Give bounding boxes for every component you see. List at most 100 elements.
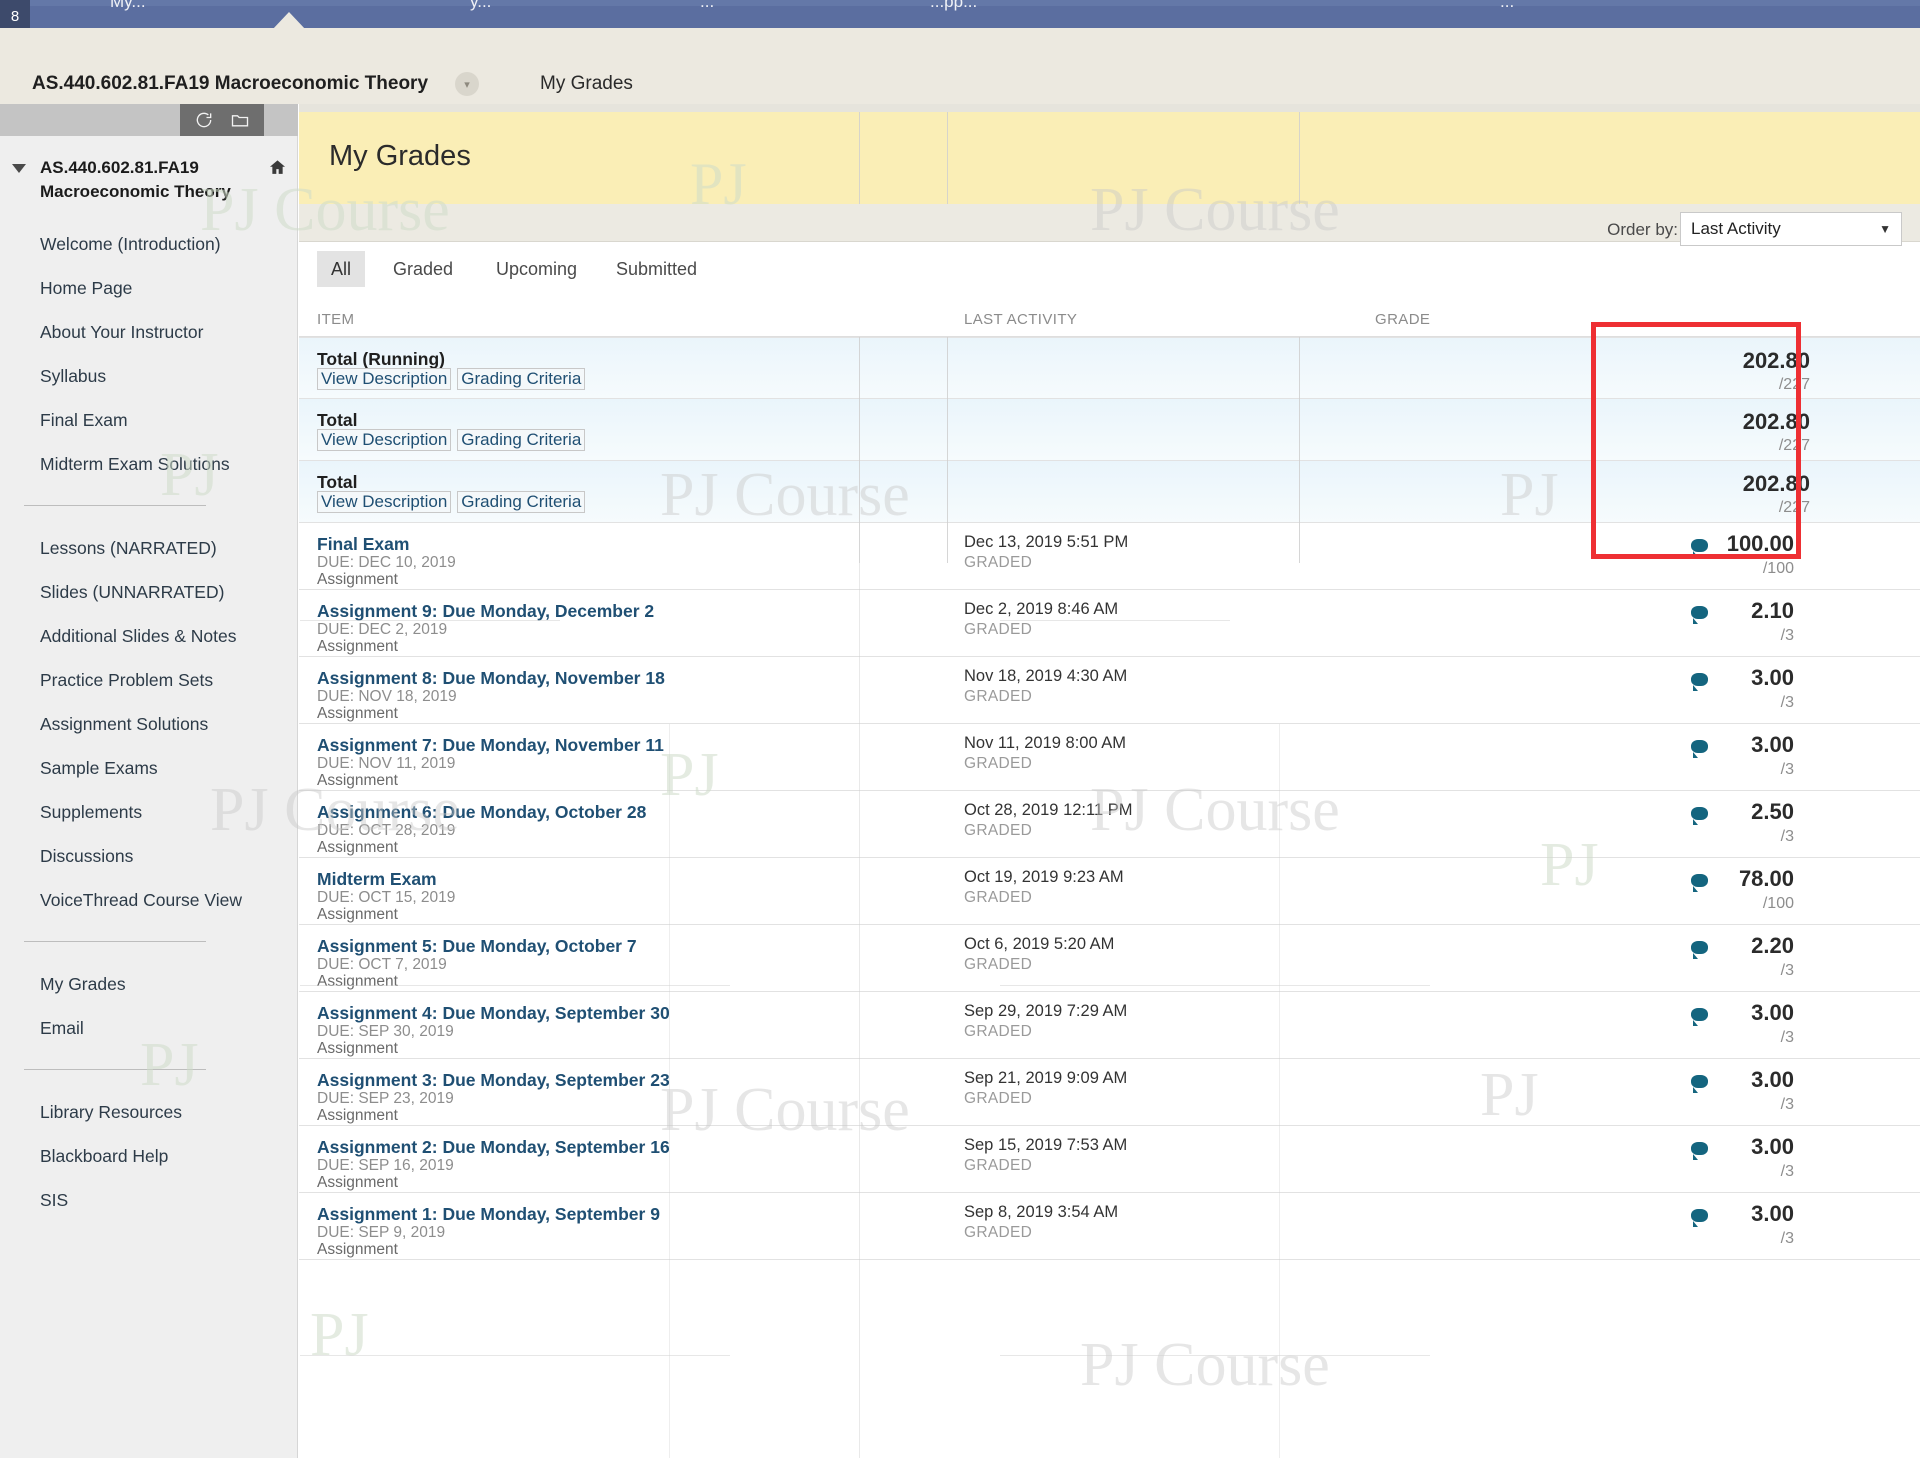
tab-all[interactable]: All bbox=[317, 251, 366, 287]
sidebar-item-home-page[interactable]: Home Page bbox=[0, 266, 298, 310]
guide-line bbox=[947, 112, 948, 204]
table-row[interactable]: Assignment 8: Due Monday, November 18 DU… bbox=[299, 657, 1920, 724]
global-nav-item-0[interactable]: My... bbox=[110, 0, 146, 12]
sidebar-divider bbox=[24, 941, 206, 942]
table-row[interactable]: Assignment 3: Due Monday, September 23 D… bbox=[299, 1059, 1920, 1126]
table-row[interactable]: Total (Running) View Description Grading… bbox=[299, 337, 1920, 399]
sidebar-item-practice-problem-sets[interactable]: Practice Problem Sets bbox=[0, 658, 298, 702]
comment-bubble-icon[interactable] bbox=[1691, 1142, 1708, 1160]
row-item-type: Assignment bbox=[317, 638, 398, 655]
sidebar-item-additional-slides-notes[interactable]: Additional Slides & Notes bbox=[0, 614, 298, 658]
table-row[interactable]: Assignment 5: Due Monday, October 7 DUE:… bbox=[299, 925, 1920, 992]
grading-criteria-link[interactable]: Grading Criteria bbox=[457, 429, 586, 451]
sidebar-item-syllabus[interactable]: Syllabus bbox=[0, 354, 298, 398]
sidebar-item-final-exam[interactable]: Final Exam bbox=[0, 398, 298, 442]
row-grade-outof: /3 bbox=[1780, 627, 1794, 644]
order-by-select[interactable]: Last Activity ▼ bbox=[1680, 212, 1902, 246]
tab-submitted[interactable]: Submitted bbox=[602, 251, 711, 287]
row-title[interactable]: Assignment 5: Due Monday, October 7 bbox=[317, 936, 637, 957]
row-title[interactable]: Final Exam bbox=[317, 534, 409, 555]
refresh-icon[interactable] bbox=[194, 110, 214, 130]
row-title[interactable]: Assignment 8: Due Monday, November 18 bbox=[317, 668, 665, 689]
comment-bubble-icon[interactable] bbox=[1691, 807, 1708, 825]
guide-line bbox=[859, 563, 860, 1458]
row-last-activity: Sep 29, 2019 7:29 AM bbox=[964, 1002, 1128, 1020]
sidebar-item-supplements[interactable]: Supplements bbox=[0, 790, 298, 834]
row-due-date: DUE: DEC 10, 2019 bbox=[317, 554, 456, 571]
sidebar-item-lessons-narrated[interactable]: Lessons (NARRATED) bbox=[0, 526, 298, 570]
chevron-down-icon[interactable]: ▾ bbox=[455, 72, 479, 96]
comment-bubble-icon[interactable] bbox=[1691, 874, 1708, 892]
view-description-link[interactable]: View Description bbox=[317, 368, 452, 390]
grading-criteria-link[interactable]: Grading Criteria bbox=[457, 491, 586, 513]
sidebar-item-welcome[interactable]: Welcome (Introduction) bbox=[0, 222, 298, 266]
triangle-down-icon[interactable] bbox=[12, 164, 26, 173]
tab-upcoming[interactable]: Upcoming bbox=[482, 251, 591, 287]
table-row[interactable]: Assignment 4: Due Monday, September 30 D… bbox=[299, 992, 1920, 1059]
row-title[interactable]: Midterm Exam bbox=[317, 869, 437, 890]
row-grade-outof: /3 bbox=[1780, 828, 1794, 845]
table-row[interactable]: Assignment 2: Due Monday, September 16 D… bbox=[299, 1126, 1920, 1193]
row-item-type: Assignment bbox=[317, 1040, 398, 1057]
global-nav-item-1[interactable]: y... bbox=[470, 0, 491, 12]
comment-bubble-icon[interactable] bbox=[1691, 1075, 1708, 1093]
row-title[interactable]: Assignment 1: Due Monday, September 9 bbox=[317, 1204, 660, 1225]
sidebar-item-blackboard-help[interactable]: Blackboard Help bbox=[0, 1134, 298, 1178]
row-grade-score: 3.00 bbox=[1751, 1201, 1794, 1226]
row-title[interactable]: Assignment 2: Due Monday, September 16 bbox=[317, 1137, 670, 1158]
order-by-label: Order by: bbox=[1607, 220, 1678, 239]
sidebar-item-my-grades[interactable]: My Grades bbox=[0, 962, 298, 1006]
row-last-activity: Dec 13, 2019 5:51 PM bbox=[964, 533, 1129, 551]
row-grade-score: 202.80 bbox=[1742, 348, 1810, 373]
table-row[interactable]: Assignment 1: Due Monday, September 9 DU… bbox=[299, 1193, 1920, 1260]
sidebar-item-slides-unnarrated[interactable]: Slides (UNNARRATED) bbox=[0, 570, 298, 614]
view-description-link[interactable]: View Description bbox=[317, 429, 452, 451]
sidebar-item-discussions[interactable]: Discussions bbox=[0, 834, 298, 878]
table-row[interactable]: Assignment 7: Due Monday, November 11 DU… bbox=[299, 724, 1920, 791]
folder-icon[interactable] bbox=[230, 110, 250, 130]
table-row[interactable]: Midterm Exam DUE: OCT 15, 2019 Assignmen… bbox=[299, 858, 1920, 925]
comment-bubble-icon[interactable] bbox=[1691, 606, 1708, 624]
sidebar-item-midterm-exam-solutions[interactable]: Midterm Exam Solutions bbox=[0, 442, 298, 486]
global-nav-item-3[interactable]: ...pp... bbox=[930, 0, 977, 12]
tab-graded[interactable]: Graded bbox=[379, 251, 467, 287]
table-row[interactable]: Assignment 9: Due Monday, December 2 DUE… bbox=[299, 590, 1920, 657]
row-last-activity: Sep 21, 2019 9:09 AM bbox=[964, 1069, 1128, 1087]
comment-bubble-icon[interactable] bbox=[1691, 1008, 1708, 1026]
grading-criteria-link[interactable]: Grading Criteria bbox=[457, 368, 586, 390]
row-due-date: DUE: NOV 18, 2019 bbox=[317, 688, 457, 705]
row-title[interactable]: Assignment 4: Due Monday, September 30 bbox=[317, 1003, 670, 1024]
sidebar-item-sis[interactable]: SIS bbox=[0, 1178, 298, 1222]
row-title[interactable]: Assignment 3: Due Monday, September 23 bbox=[317, 1070, 670, 1091]
row-title[interactable]: Assignment 9: Due Monday, December 2 bbox=[317, 601, 654, 622]
sidebar-item-about-your-instructor[interactable]: About Your Instructor bbox=[0, 310, 298, 354]
table-row[interactable]: Final Exam DUE: DEC 10, 2019 Assignment … bbox=[299, 523, 1920, 590]
comment-bubble-icon[interactable] bbox=[1691, 941, 1708, 959]
sidebar-item-email[interactable]: Email bbox=[0, 1006, 298, 1050]
breadcrumb-course-title[interactable]: AS.440.602.81.FA19 Macroeconomic Theory bbox=[32, 73, 428, 95]
row-last-activity: Dec 2, 2019 8:46 AM bbox=[964, 600, 1119, 618]
grade-table-header: ITEM LAST ACTIVITY GRADE bbox=[299, 301, 1920, 337]
global-nav-item-2[interactable]: ... bbox=[700, 0, 714, 12]
comment-bubble-icon[interactable] bbox=[1691, 1209, 1708, 1227]
sidebar-item-assignment-solutions[interactable]: Assignment Solutions bbox=[0, 702, 298, 746]
sidebar-item-voicethread-course-view[interactable]: VoiceThread Course View bbox=[0, 878, 298, 922]
home-icon[interactable] bbox=[268, 158, 287, 177]
view-description-link[interactable]: View Description bbox=[317, 491, 452, 513]
comment-bubble-icon[interactable] bbox=[1691, 740, 1708, 758]
table-row[interactable]: Total View Description Grading Criteria … bbox=[299, 461, 1920, 523]
row-grade-outof: /100 bbox=[1762, 560, 1794, 577]
row-title[interactable]: Assignment 7: Due Monday, November 11 bbox=[317, 735, 664, 756]
table-row[interactable]: Total View Description Grading Criteria … bbox=[299, 399, 1920, 461]
comment-bubble-icon[interactable] bbox=[1691, 539, 1708, 557]
table-row[interactable]: Assignment 6: Due Monday, October 28 DUE… bbox=[299, 791, 1920, 858]
row-due-date: DUE: SEP 30, 2019 bbox=[317, 1023, 454, 1040]
row-title[interactable]: Assignment 6: Due Monday, October 28 bbox=[317, 802, 646, 823]
caret-down-icon: ▼ bbox=[1879, 222, 1891, 236]
comment-bubble-icon[interactable] bbox=[1691, 673, 1708, 691]
sidebar-item-library-resources[interactable]: Library Resources bbox=[0, 1090, 298, 1134]
row-last-activity: Nov 18, 2019 4:30 AM bbox=[964, 667, 1128, 685]
global-nav-item-4[interactable]: ... bbox=[1500, 0, 1514, 12]
sidebar-toolbar-actions bbox=[180, 104, 264, 136]
sidebar-item-sample-exams[interactable]: Sample Exams bbox=[0, 746, 298, 790]
